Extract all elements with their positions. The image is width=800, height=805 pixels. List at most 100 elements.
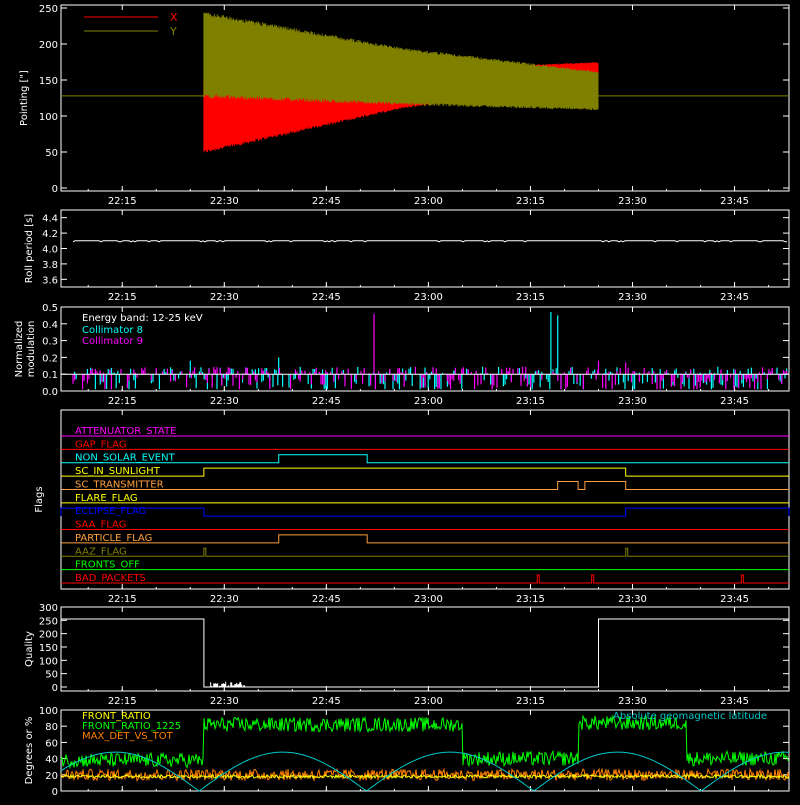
- y-tick-label: 200: [39, 40, 58, 51]
- x-tick-label: 23:15: [516, 396, 545, 407]
- panel-3: 22:15 22:30 22:45 23:00 23:15 23:30 23:45 0.0 0.…: [14, 303, 790, 407]
- legend-label-x: X: [170, 11, 178, 24]
- quality-trace: [61, 618, 789, 688]
- y-tick-label: 150: [39, 76, 58, 87]
- x-tick-label: 23:45: [720, 696, 749, 707]
- flag-bad-packets-line: [61, 574, 789, 584]
- flag-particle-flag-label: PARTICLE_FLAG: [75, 533, 152, 544]
- y-tick-label: 50: [45, 148, 58, 159]
- x-tick-label: 23:45: [720, 396, 749, 407]
- panel-frame: [60, 209, 790, 288]
- y-axis-label: Quality: [24, 631, 35, 667]
- y-axis-label-line1: Normalized: [14, 321, 25, 378]
- x-tick-label: 23:00: [414, 292, 443, 303]
- x-tick-label: 22:15: [108, 292, 137, 303]
- panel-1: 22:15 22:30 22:45 23:00 23:15 23:30 23:45 0 50 10…: [19, 4, 790, 207]
- flag-aaz-flag-label: AAZ_FLAG: [75, 546, 127, 557]
- flag-eclipse-flag-line: [60, 507, 790, 517]
- panel-6: 020406080100Degrees or %FRONT_RATIOFRONT…: [24, 706, 790, 798]
- y-tick-label: 0.5: [42, 303, 58, 314]
- flag-bad-packets-label: BAD_PACKETS: [75, 573, 146, 584]
- x-tick-label: 23:15: [516, 696, 545, 707]
- x-tick-label: 23:45: [720, 196, 749, 207]
- y-axis-label: Degrees or %: [24, 717, 35, 785]
- x-tick-label: 22:30: [210, 196, 239, 207]
- x-tick-label: 23:30: [618, 396, 647, 407]
- flag-saa-flag-label: SAA_FLAG: [75, 520, 126, 531]
- x-tick-label: 22:45: [312, 196, 341, 207]
- summary-plot: 22:15 22:30 22:45 23:00 23:15 23:30 23:45 0 50 10…: [0, 0, 800, 800]
- x-tick-label: 23:45: [720, 292, 749, 303]
- y-tick-label: 50: [45, 670, 58, 681]
- y-tick-label: 250: [39, 616, 58, 627]
- y-tick-label: 4.4: [42, 214, 58, 225]
- y-tick-label: 0.2: [42, 353, 58, 364]
- y-tick-label: 40: [45, 755, 58, 766]
- x-tick-label: 23:30: [618, 196, 647, 207]
- x-tick-label: 23:00: [414, 396, 443, 407]
- y-tick-label: 100: [39, 656, 58, 667]
- flag-particle-flag-line: [61, 534, 789, 544]
- panel-frame: [60, 606, 790, 692]
- x-tick-label: 22:45: [312, 594, 341, 605]
- flag-eclipse-flag-label: ECLIPSE_FLAG: [75, 506, 146, 517]
- flag-fronts-off-label: FRONTS_OFF: [75, 560, 140, 571]
- flag-aaz-flag-line: [61, 547, 789, 557]
- legend-title: Energy band: 12-25 keV: [82, 313, 203, 324]
- x-tick-label: 22:45: [312, 696, 341, 707]
- x-tick-label: 22:30: [210, 396, 239, 407]
- flag-sc-transmitter-line: [61, 480, 789, 490]
- x-tick-label: 22:45: [312, 292, 341, 303]
- x-tick-label: 22:15: [108, 594, 137, 605]
- flag-flare-flag-label: FLARE_FLAG: [75, 493, 138, 504]
- x-tick-label: 22:15: [108, 396, 137, 407]
- x-tick-label: 23:00: [414, 594, 443, 605]
- y-tick-label: 0.0: [42, 387, 58, 398]
- legend-label-geomagnetic-latitude: Absolute geomagnetic latitude: [613, 711, 767, 722]
- y-tick-label: 20: [45, 771, 58, 782]
- panel-5: 22:15 22:30 22:45 23:00 23:15 23:30 23:45 0 50 10…: [24, 603, 790, 707]
- legend-label-y: Y: [169, 25, 177, 38]
- y-tick-label: 250: [39, 4, 58, 15]
- y-axis-label-line2: modulation: [26, 321, 37, 378]
- y-tick-label: 0: [52, 184, 58, 195]
- y-tick-label: 150: [39, 643, 58, 654]
- roll-period-trace: [72, 240, 787, 243]
- legend-label-collimator-9: Collimator 9: [82, 336, 143, 347]
- y-tick-label: 0.3: [42, 337, 58, 348]
- x-tick-label: 22:30: [210, 594, 239, 605]
- x-tick-label: 23:30: [618, 292, 647, 303]
- legend-label-collimator-8: Collimator 8: [82, 325, 143, 336]
- y-tick-label: 300: [39, 603, 58, 614]
- flag-gap-flag-label: GAP_FLAG: [75, 439, 127, 450]
- panel-2: 22:15 22:30 22:45 23:00 23:15 23:30 23:45 3.6 3.…: [24, 209, 790, 303]
- y-tick-label: 3.6: [42, 275, 58, 286]
- y-tick-label: 0: [52, 683, 58, 694]
- y-tick-label: 4.2: [42, 229, 58, 240]
- y-axis-label: Flags: [34, 486, 45, 512]
- x-tick-label: 23:30: [618, 696, 647, 707]
- x-tick-label: 23:15: [516, 196, 545, 207]
- x-tick-label: 22:30: [210, 292, 239, 303]
- x-tick-label: 22:45: [312, 396, 341, 407]
- y-axis-label: Pointing ["]: [19, 70, 30, 126]
- flag-sc-transmitter-label: SC_TRANSMITTER: [75, 479, 164, 490]
- y-tick-label: 4.0: [42, 245, 58, 256]
- y-tick-label: 100: [39, 706, 58, 717]
- x-tick-label: 23:15: [516, 594, 545, 605]
- y-tick-label: 3.8: [42, 260, 58, 271]
- x-tick-label: 23:30: [618, 594, 647, 605]
- flag-attenuator-state-label: ATTENUATOR_STATE: [75, 426, 176, 437]
- flag-non-solar-event-label: NON_SOLAR_EVENT: [75, 453, 176, 464]
- x-tick-label: 22:15: [108, 196, 137, 207]
- series-y-trace: [203, 12, 599, 110]
- y-tick-label: 200: [39, 630, 58, 641]
- y-tick-label: 80: [45, 722, 58, 733]
- y-tick-label: 0.4: [42, 320, 58, 331]
- x-tick-label: 23:15: [516, 292, 545, 303]
- y-tick-label: 60: [45, 738, 58, 749]
- y-tick-label: 0.1: [42, 370, 58, 381]
- x-tick-label: 23:00: [414, 196, 443, 207]
- x-tick-label: 23:00: [414, 696, 443, 707]
- y-axis-label: Roll period [s]: [24, 214, 35, 283]
